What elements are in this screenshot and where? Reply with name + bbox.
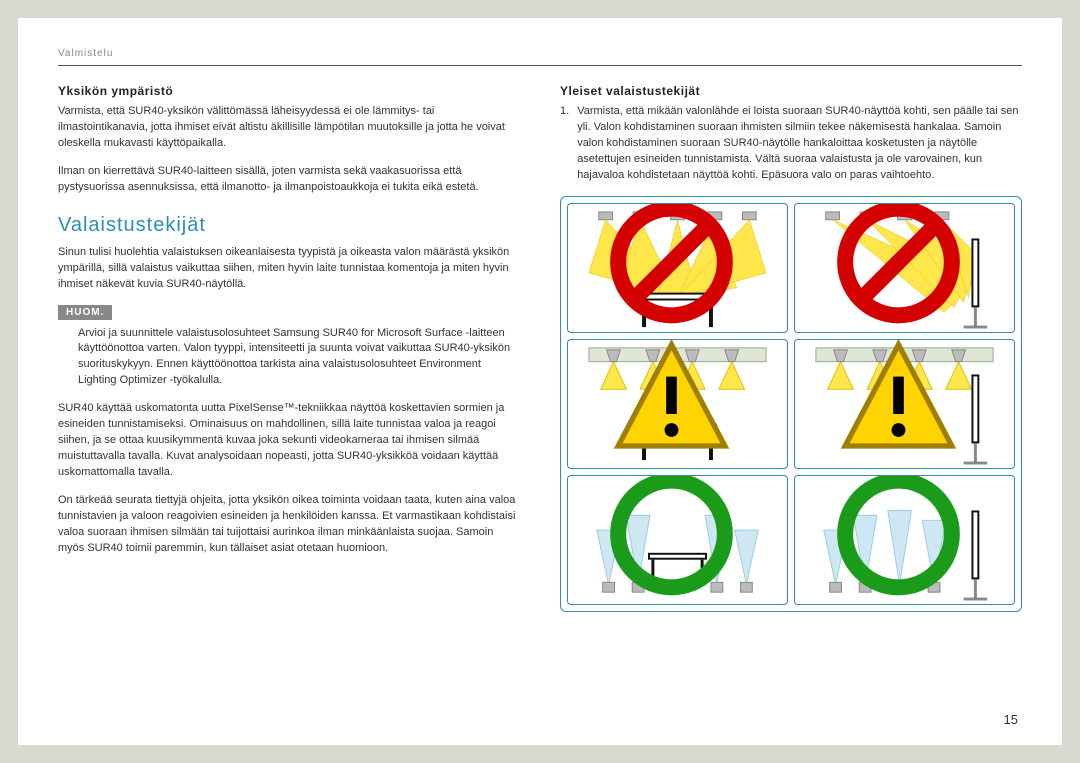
body-text: Varmista, että SUR40-yksikön välittömäss… [58,104,520,152]
section-heading-unit-env: Yksikön ympäristö [58,84,520,98]
breadcrumb: Valmistelu [58,48,1022,59]
page: Valmistelu Yksikön ympäristö Varmista, e… [18,18,1062,745]
right-column: Yleiset valaistustekijät 1. Varmista, et… [560,84,1022,612]
list-text: Varmista, että mikään valonlähde ei lois… [577,104,1022,184]
panel-wall-indirect [794,475,1015,605]
panel-table-direct [567,203,788,333]
body-text: Ilman on kierrettävä SUR40-laitteen sisä… [58,164,520,196]
warning-icon [567,339,781,462]
note-text: Arvioi ja suunnittele valaistusolosuhtee… [78,326,520,390]
ok-icon [794,475,1008,598]
panel-table-shielded [567,339,788,469]
body-text: Sinun tulisi huolehtia valaistuksen oike… [58,245,520,293]
ok-icon [567,475,781,598]
page-number: 15 [1004,712,1018,727]
section-heading-general-lighting: Yleiset valaistustekijät [560,84,1022,98]
lighting-diagram-grid [560,196,1022,612]
warning-icon [794,339,1008,462]
panel-wall-direct [794,203,1015,333]
body-text: On tärkeää seurata tiettyjä ohjeita, jot… [58,493,520,557]
panel-wall-shielded [794,339,1015,469]
left-column: Yksikön ympäristö Varmista, että SUR40-y… [58,84,520,612]
list-item: 1. Varmista, että mikään valonlähde ei l… [560,104,1022,184]
list-number: 1. [560,104,569,184]
panel-table-indirect [567,475,788,605]
no-icon [567,203,781,326]
body-text: SUR40 käyttää uskomatonta uutta PixelSen… [58,401,520,481]
rule [58,65,1022,66]
columns: Yksikön ympäristö Varmista, että SUR40-y… [58,84,1022,612]
no-icon [794,203,1008,326]
note-badge: HUOM. [58,305,112,320]
section-heading-lighting: Valaistustekijät [58,214,520,237]
